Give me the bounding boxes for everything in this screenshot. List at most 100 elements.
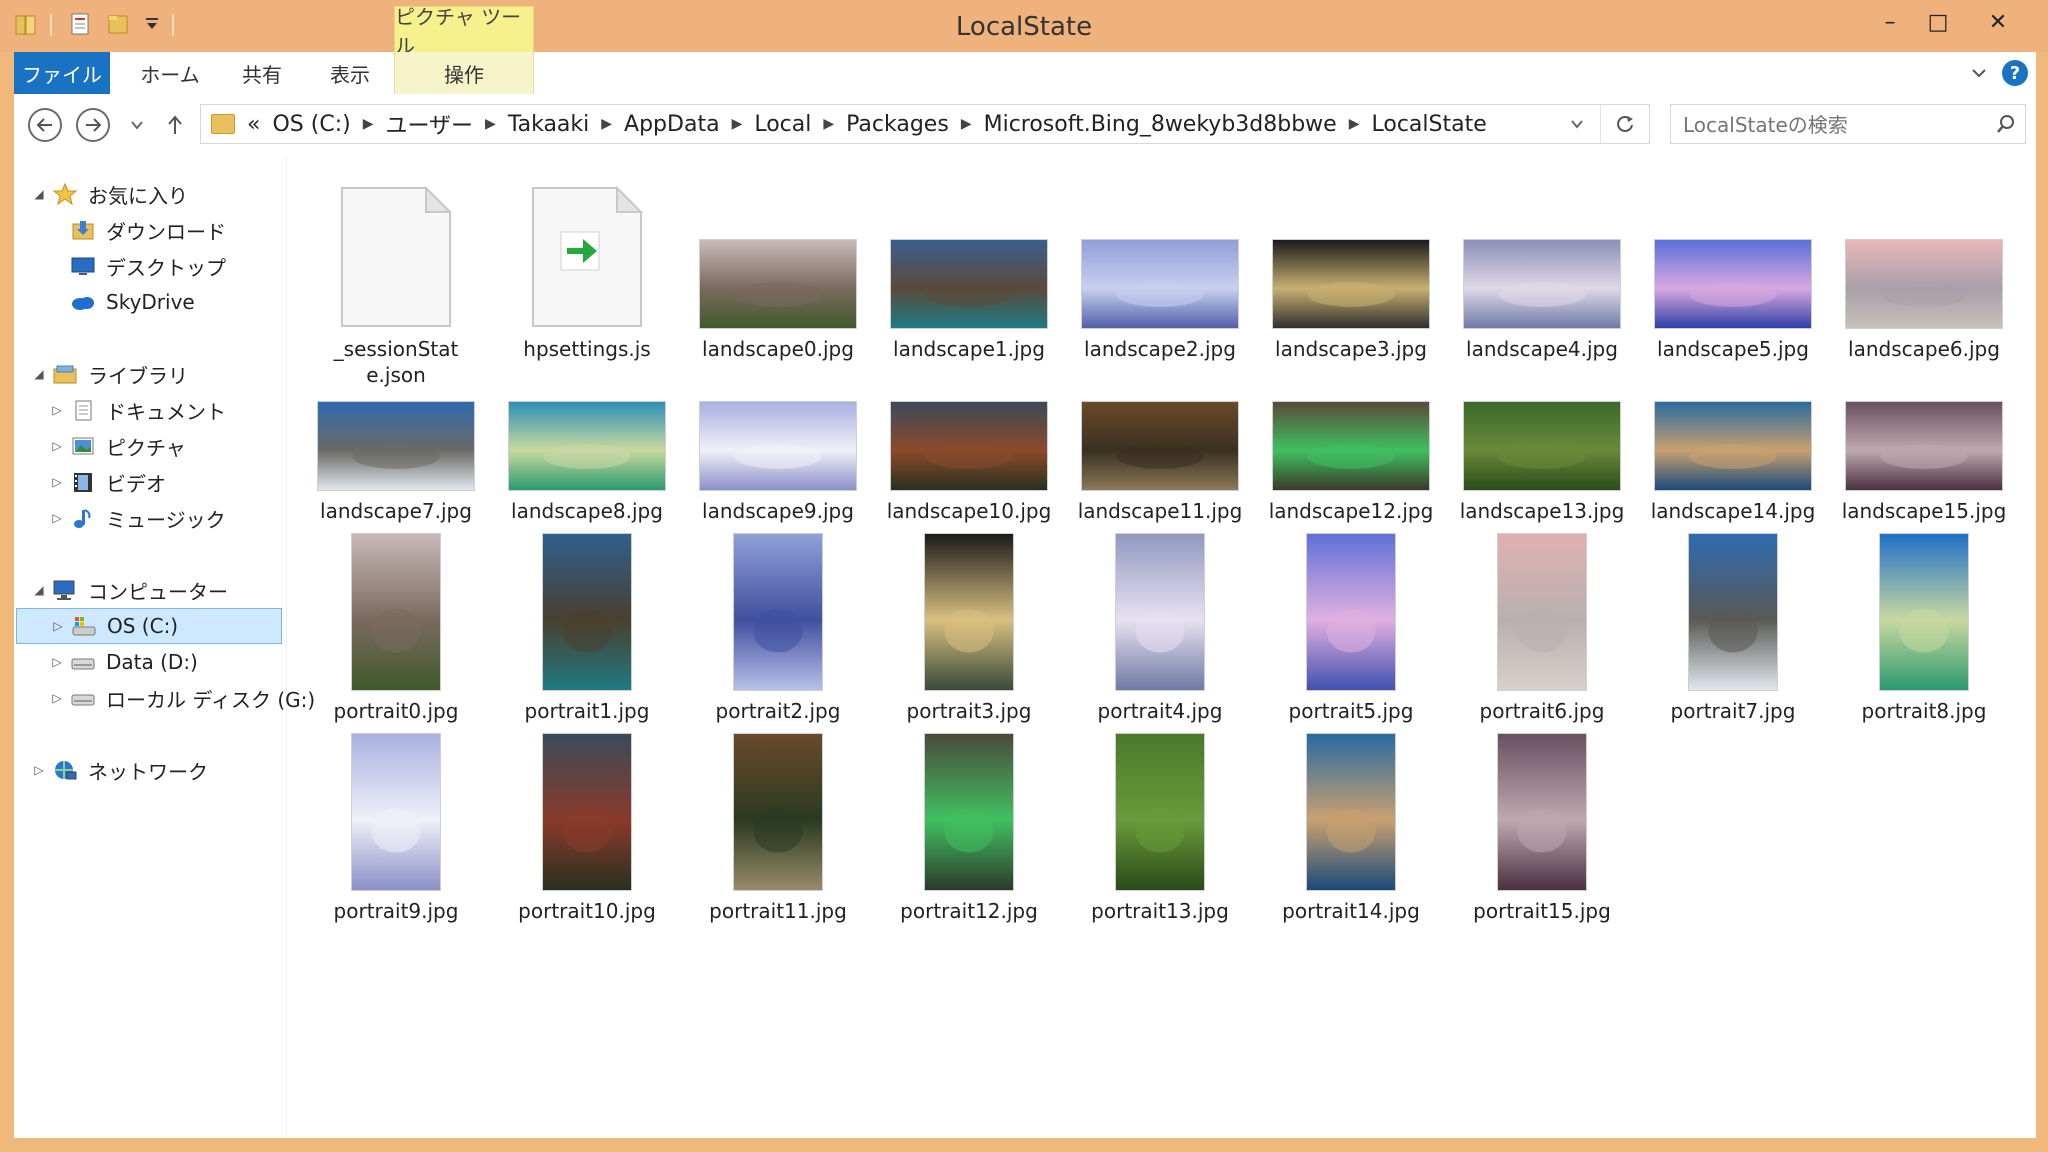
file-item[interactable]: portrait15.jpg: [1452, 734, 1632, 924]
tree-item-star[interactable]: ◢ お気に入り: [14, 176, 188, 212]
tree-item-library[interactable]: ◢ ライブラリ: [14, 356, 188, 392]
file-item[interactable]: landscape11.jpg: [1070, 400, 1250, 524]
tree-item-cloud[interactable]: ▷SkyDrive: [14, 284, 195, 320]
breadcrumb-takaaki[interactable]: Takaaki: [508, 112, 589, 137]
file-item[interactable]: landscape6.jpg: [1834, 180, 2014, 362]
file-item[interactable]: landscape4.jpg: [1452, 180, 1632, 362]
breadcrumb-chevron-icon[interactable]: ▶: [485, 116, 496, 132]
tree-item-video[interactable]: ▷ ビデオ: [14, 464, 166, 500]
tree-item-documents[interactable]: ▷ ドキュメント: [14, 392, 226, 428]
file-item[interactable]: landscape9.jpg: [688, 400, 868, 524]
file-item[interactable]: portrait3.jpg: [879, 534, 1059, 724]
search-icon[interactable]: [1995, 113, 2017, 135]
tab-view[interactable]: 表示: [314, 52, 386, 94]
breadcrumb-users[interactable]: ユーザー: [385, 108, 473, 140]
tab-manage[interactable]: 操作: [394, 52, 534, 94]
breadcrumb-chevron-icon[interactable]: ▶: [1349, 116, 1360, 132]
breadcrumb-overflow[interactable]: «: [247, 112, 260, 137]
file-item[interactable]: portrait5.jpg: [1261, 534, 1441, 724]
file-item[interactable]: portrait13.jpg: [1070, 734, 1250, 924]
file-item[interactable]: landscape2.jpg: [1070, 180, 1250, 362]
file-item[interactable]: portrait8.jpg: [1834, 534, 2014, 724]
refresh-button[interactable]: [1600, 105, 1649, 143]
file-item[interactable]: portrait9.jpg: [306, 734, 486, 924]
file-item[interactable]: portrait14.jpg: [1261, 734, 1441, 924]
folder-app-icon[interactable]: [12, 10, 40, 38]
close-button[interactable]: ✕: [1970, 4, 2026, 40]
file-item[interactable]: portrait0.jpg: [306, 534, 486, 724]
file-item[interactable]: portrait1.jpg: [497, 534, 677, 724]
breadcrumb-appdata[interactable]: AppData: [624, 112, 720, 137]
breadcrumb-chevron-icon[interactable]: ▶: [732, 116, 743, 132]
file-item[interactable]: landscape8.jpg: [497, 400, 677, 524]
address-history-dropdown[interactable]: [1557, 105, 1597, 143]
file-item[interactable]: landscape10.jpg: [879, 400, 1059, 524]
file-item[interactable]: landscape5.jpg: [1643, 180, 1823, 362]
file-item[interactable]: landscape12.jpg: [1261, 400, 1441, 524]
tree-item-computer[interactable]: ◢ コンピューター: [14, 572, 228, 608]
forward-button[interactable]: [76, 108, 110, 142]
breadcrumb-chevron-icon[interactable]: ▶: [601, 116, 612, 132]
breadcrumb-chevron-icon[interactable]: ▶: [823, 116, 834, 132]
up-button[interactable]: [160, 108, 190, 142]
expand-arrow-icon[interactable]: ▷: [48, 511, 66, 525]
expand-arrow-icon[interactable]: ▷: [48, 403, 66, 417]
file-item[interactable]: portrait12.jpg: [879, 734, 1059, 924]
expand-arrow-icon[interactable]: ▷: [48, 439, 66, 453]
tree-item-drive[interactable]: ▷ ローカル ディスク (G:): [14, 680, 315, 716]
file-item[interactable]: hpsettings.js: [497, 180, 677, 362]
file-item[interactable]: landscape15.jpg: [1834, 400, 2014, 524]
tree-item-pictures[interactable]: ▷ ピクチャ: [14, 428, 185, 464]
new-folder-icon[interactable]: [104, 10, 132, 38]
expand-arrow-icon[interactable]: ▷: [49, 619, 67, 633]
tree-item-music[interactable]: ▷ ミュージック: [14, 500, 225, 536]
tree-item-os-drive[interactable]: ▷ OS (C:): [16, 608, 282, 644]
tab-share[interactable]: 共有: [226, 52, 298, 94]
tab-file[interactable]: ファイル: [14, 52, 110, 94]
address-bar[interactable]: « OS (C:) ▶ ユーザー ▶ Takaaki ▶ AppData ▶ L…: [200, 104, 1650, 144]
search-input[interactable]: [1681, 105, 1985, 145]
expand-arrow-icon[interactable]: ▷: [48, 475, 66, 489]
tree-item-drive[interactable]: ▷ Data (D:): [14, 644, 197, 680]
file-item[interactable]: portrait4.jpg: [1070, 534, 1250, 724]
breadcrumb-chevron-icon[interactable]: ▶: [363, 116, 374, 132]
collapse-arrow-icon[interactable]: ◢: [30, 367, 48, 381]
tree-item-network[interactable]: ▷ ネットワーク: [14, 752, 208, 788]
collapse-arrow-icon[interactable]: ◢: [30, 583, 48, 597]
file-item[interactable]: portrait2.jpg: [688, 534, 868, 724]
collapse-arrow-icon[interactable]: ◢: [30, 187, 48, 201]
search-box[interactable]: [1670, 104, 2026, 145]
tree-item-label: OS (C:): [107, 614, 179, 638]
file-item[interactable]: landscape13.jpg: [1452, 400, 1632, 524]
breadcrumb-localstate[interactable]: LocalState: [1371, 112, 1486, 137]
back-button[interactable]: [28, 108, 62, 142]
file-item[interactable]: portrait7.jpg: [1643, 534, 1823, 724]
file-item[interactable]: landscape0.jpg: [688, 180, 868, 362]
properties-icon[interactable]: [66, 10, 94, 38]
file-item[interactable]: landscape14.jpg: [1643, 400, 1823, 524]
file-item[interactable]: landscape1.jpg: [879, 180, 1059, 362]
tree-item-desktop[interactable]: ▷デスクトップ: [14, 248, 226, 284]
breadcrumb-packages[interactable]: Packages: [846, 112, 949, 137]
tree-item-download-folder[interactable]: ▷ダウンロード: [14, 212, 226, 248]
breadcrumb-bing-package[interactable]: Microsoft.Bing_8wekyb3d8bbwe: [984, 112, 1337, 137]
breadcrumb-os-c[interactable]: OS (C:): [272, 112, 350, 137]
tab-home[interactable]: ホーム: [130, 52, 210, 94]
breadcrumb-chevron-icon[interactable]: ▶: [961, 116, 972, 132]
expand-ribbon-icon[interactable]: [1962, 56, 1996, 90]
maximize-button[interactable]: □: [1910, 4, 1966, 40]
help-icon[interactable]: ?: [1998, 56, 2032, 90]
file-item[interactable]: landscape3.jpg: [1261, 180, 1441, 362]
file-item[interactable]: portrait11.jpg: [688, 734, 868, 924]
customize-qat-icon[interactable]: [138, 10, 166, 38]
file-item[interactable]: portrait10.jpg: [497, 734, 677, 924]
file-item[interactable]: _sessionState.json: [306, 180, 486, 388]
file-item[interactable]: portrait6.jpg: [1452, 534, 1632, 724]
recent-locations-dropdown[interactable]: [122, 108, 152, 142]
expand-arrow-icon[interactable]: ▷: [48, 691, 66, 705]
expand-arrow-icon[interactable]: ▷: [30, 763, 48, 777]
file-item[interactable]: landscape7.jpg: [306, 400, 486, 524]
file-name: landscape9.jpg: [702, 499, 854, 523]
breadcrumb-local[interactable]: Local: [754, 112, 811, 137]
expand-arrow-icon[interactable]: ▷: [48, 655, 66, 669]
